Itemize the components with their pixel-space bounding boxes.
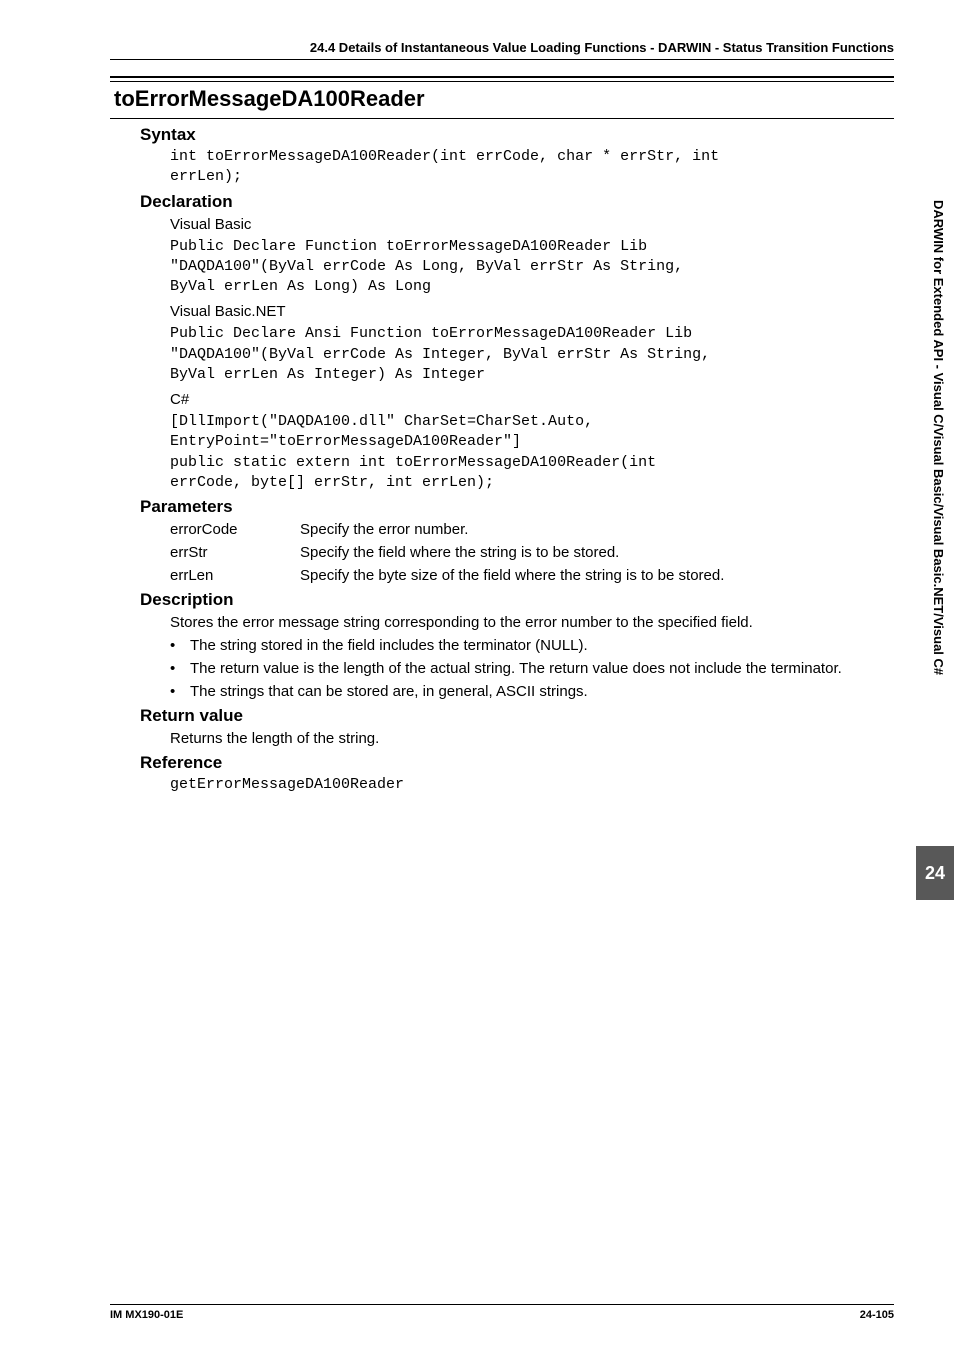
vb-label: Visual Basic	[170, 214, 894, 235]
cs-code: [DllImport("DAQDA100.dll" CharSet=CharSe…	[170, 412, 894, 493]
param-row: errorCode Specify the error number.	[170, 519, 894, 540]
page-root: 24.4 Details of Instantaneous Value Load…	[0, 0, 954, 1351]
declaration-heading: Declaration	[140, 192, 894, 212]
param-name: errStr	[170, 542, 300, 563]
param-name: errorCode	[170, 519, 300, 540]
footer-left: IM MX190-01E	[110, 1309, 183, 1321]
sidebar-tab: DARWIN for Extended API - Visual C/Visua…	[916, 190, 954, 900]
param-desc: Specify the error number.	[300, 519, 894, 540]
param-row: errStr Specify the field where the strin…	[170, 542, 894, 563]
reference-heading: Reference	[140, 753, 894, 773]
footer-right: 24-105	[860, 1309, 894, 1321]
vbnet-code: Public Declare Ansi Function toErrorMess…	[170, 324, 894, 385]
running-header: 24.4 Details of Instantaneous Value Load…	[110, 40, 894, 60]
bullet-text: The string stored in the field includes …	[190, 635, 588, 656]
param-desc: Specify the field where the string is to…	[300, 542, 894, 563]
bullet-text: The strings that can be stored are, in g…	[190, 681, 588, 702]
param-row: errLen Specify the byte size of the fiel…	[170, 565, 894, 586]
return-value-text: Returns the length of the string.	[170, 728, 894, 749]
description-intro: Stores the error message string correspo…	[170, 612, 894, 633]
return-value-heading: Return value	[140, 706, 894, 726]
bullet-icon: •	[170, 635, 190, 656]
vbnet-label: Visual Basic.NET	[170, 301, 894, 322]
bullet-icon: •	[170, 658, 190, 679]
description-heading: Description	[140, 590, 894, 610]
vb-code: Public Declare Function toErrorMessageDA…	[170, 237, 894, 298]
reference-code: getErrorMessageDA100Reader	[170, 775, 894, 795]
description-bullet: • The string stored in the field include…	[170, 635, 894, 656]
running-header-text: 24.4 Details of Instantaneous Value Load…	[110, 40, 894, 55]
sidebar-chapter: 24	[916, 846, 954, 900]
title-rule	[110, 76, 894, 82]
bullet-icon: •	[170, 681, 190, 702]
bullet-text: The return value is the length of the ac…	[190, 658, 842, 679]
page-title: toErrorMessageDA100Reader	[110, 84, 894, 119]
syntax-heading: Syntax	[140, 125, 894, 145]
page-footer: IM MX190-01E 24-105	[110, 1304, 894, 1321]
param-desc: Specify the byte size of the field where…	[300, 565, 894, 586]
description-bullet: • The return value is the length of the …	[170, 658, 894, 679]
parameters-heading: Parameters	[140, 497, 894, 517]
syntax-code: int toErrorMessageDA100Reader(int errCod…	[170, 147, 894, 188]
cs-label: C#	[170, 389, 894, 410]
param-name: errLen	[170, 565, 300, 586]
description-bullet: • The strings that can be stored are, in…	[170, 681, 894, 702]
sidebar-label: DARWIN for Extended API - Visual C/Visua…	[916, 190, 954, 846]
